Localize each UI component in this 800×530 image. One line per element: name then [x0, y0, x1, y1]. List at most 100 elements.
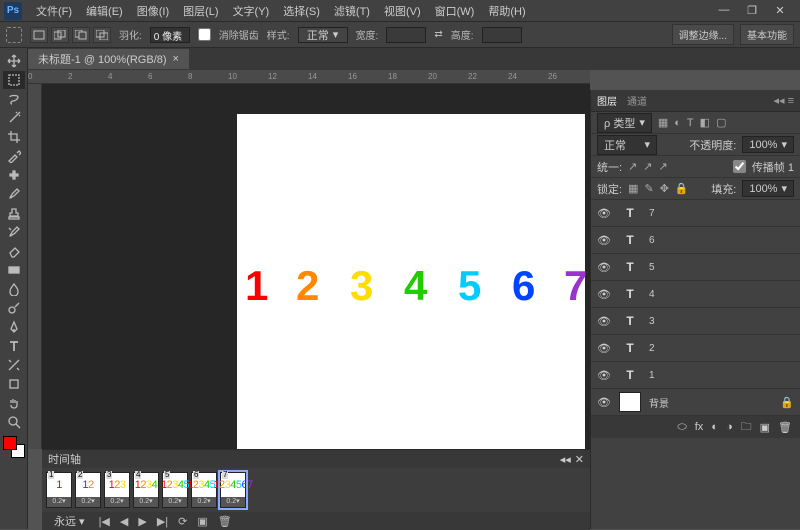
menu-edit[interactable]: 编辑(E) — [80, 1, 129, 21]
canvas-area[interactable]: 1 2 3 4 5 6 7 — [42, 84, 590, 449]
tab-channels[interactable]: 通道 — [627, 93, 647, 108]
menu-window[interactable]: 窗口(W) — [429, 1, 481, 21]
timeline-frame[interactable]: 5123450.2▾ — [162, 472, 188, 508]
blend-mode-select[interactable]: 正常▾ — [597, 135, 657, 155]
visibility-icon[interactable]: 👁 — [597, 261, 611, 274]
pen-tool[interactable] — [3, 318, 25, 336]
lock-all-icon[interactable]: 🔒 — [675, 182, 689, 195]
marquee-tool[interactable] — [3, 71, 25, 89]
crop-tool[interactable] — [3, 128, 25, 146]
layer-fx-icon[interactable]: fx — [695, 421, 704, 433]
visibility-icon[interactable]: 👁 — [597, 315, 611, 328]
filter-shape-icon[interactable]: ◧ — [700, 116, 710, 129]
lock-pixel-icon[interactable]: ✎ — [644, 182, 653, 195]
timeline-close-icon[interactable]: ✕ — [575, 453, 584, 466]
refine-edge-button[interactable]: 调整边缘... — [672, 24, 734, 45]
layer-row[interactable]: 👁T3 — [591, 308, 800, 335]
new-layer-icon[interactable]: ▣ — [760, 421, 770, 434]
frame-duration[interactable]: 0.2▾ — [76, 497, 100, 507]
frame-duration[interactable]: 0.2▾ — [47, 497, 71, 507]
style-select[interactable]: 正常▾ — [298, 27, 348, 43]
visibility-icon[interactable]: 👁 — [597, 369, 611, 382]
swap-icon[interactable]: ⇄ — [434, 29, 442, 40]
menu-image[interactable]: 图像(I) — [131, 1, 175, 21]
menu-layer[interactable]: 图层(L) — [177, 1, 224, 21]
eraser-tool[interactable] — [3, 242, 25, 260]
frame-duration[interactable]: 0.2▾ — [221, 497, 245, 507]
timeline-frame[interactable]: 110.2▾ — [46, 472, 72, 508]
first-frame-button[interactable]: |◀ — [97, 515, 112, 528]
timeline-frame[interactable]: 712345670.2▾ — [220, 472, 246, 508]
link-layers-icon[interactable]: ⬭ — [677, 421, 686, 434]
background-layer[interactable]: 👁背景🔒 — [591, 389, 800, 416]
lock-trans-icon[interactable]: ▦ — [628, 182, 638, 195]
gradient-tool[interactable] — [3, 261, 25, 279]
menu-type[interactable]: 文字(Y) — [227, 1, 276, 21]
lock-pos-icon[interactable]: ✥ — [660, 182, 669, 195]
selection-subtract[interactable] — [72, 27, 90, 43]
filter-kind-select[interactable]: ρ 类型▾ — [597, 113, 652, 133]
selection-intersect[interactable] — [93, 27, 111, 43]
visibility-icon[interactable]: 👁 — [597, 396, 611, 409]
type-tool[interactable] — [3, 337, 25, 355]
frame-duration[interactable]: 0.2▾ — [192, 497, 216, 507]
menu-view[interactable]: 视图(V) — [378, 1, 427, 21]
selection-new[interactable] — [30, 27, 48, 43]
timeline-collapse-icon[interactable]: ◂◂ — [560, 453, 571, 466]
loop-select[interactable]: 永远 ▾ — [48, 513, 91, 529]
frame-duration[interactable]: 0.2▾ — [134, 497, 158, 507]
hand-tool[interactable] — [3, 394, 25, 412]
play-button[interactable]: ▶ — [136, 515, 148, 528]
color-swatches[interactable] — [3, 436, 25, 458]
dodge-tool[interactable] — [3, 299, 25, 317]
feather-input[interactable]: 0 像素 — [150, 27, 190, 43]
document-tab[interactable]: 未标题-1 @ 100%(RGB/8) × — [28, 49, 189, 69]
frame-duration[interactable]: 0.2▾ — [105, 497, 129, 507]
frame-duration[interactable]: 0.2▾ — [163, 497, 187, 507]
tab-layers[interactable]: 图层 — [597, 93, 617, 108]
move-tool[interactable] — [3, 52, 25, 70]
selection-add[interactable] — [51, 27, 69, 43]
stamp-tool[interactable] — [3, 204, 25, 222]
wand-tool[interactable] — [3, 109, 25, 127]
lasso-tool[interactable] — [3, 90, 25, 108]
close-button[interactable]: ✕ — [770, 4, 790, 17]
layer-mask-icon[interactable]: ◐ — [711, 421, 718, 433]
menu-file[interactable]: 文件(F) — [30, 1, 78, 21]
workspace-button[interactable]: 基本功能 — [740, 24, 794, 45]
panel-menu-icon[interactable]: ◂◂ ≡ — [773, 94, 794, 107]
unify-pos-icon[interactable]: ↗ — [628, 160, 637, 173]
document-canvas[interactable]: 1 2 3 4 5 6 7 — [237, 114, 585, 449]
antialias-checkbox[interactable] — [198, 28, 211, 41]
propagate-checkbox[interactable] — [733, 160, 746, 173]
menu-help[interactable]: 帮助(H) — [482, 1, 531, 21]
minimize-button[interactable]: — — [714, 4, 734, 17]
timeline-frame[interactable]: 31230.2▾ — [104, 472, 130, 508]
tab-close-icon[interactable]: × — [173, 53, 179, 65]
delete-layer-icon[interactable]: 🗑 — [778, 421, 792, 434]
layer-row[interactable]: 👁T6 — [591, 227, 800, 254]
brush-tool[interactable] — [3, 185, 25, 203]
visibility-icon[interactable]: 👁 — [597, 207, 611, 220]
unify-style-icon[interactable]: ↗ — [659, 160, 668, 173]
layer-row[interactable]: 👁T4 — [591, 281, 800, 308]
blur-tool[interactable] — [3, 280, 25, 298]
layer-row[interactable]: 👁T5 — [591, 254, 800, 281]
path-tool[interactable] — [3, 356, 25, 374]
menu-filter[interactable]: 滤镜(T) — [328, 1, 376, 21]
history-brush-tool[interactable] — [3, 223, 25, 241]
filter-smart-icon[interactable]: ▢ — [716, 116, 726, 129]
filter-adjust-icon[interactable]: ◐ — [674, 117, 681, 129]
timeline-frame[interactable]: 412340.2▾ — [133, 472, 159, 508]
opacity-input[interactable]: 100%▾ — [742, 136, 794, 153]
delete-frame-button[interactable]: 🗑 — [216, 515, 234, 528]
fill-input[interactable]: 100%▾ — [742, 180, 794, 197]
shape-tool[interactable] — [3, 375, 25, 393]
maximize-button[interactable]: ❐ — [742, 4, 762, 17]
prev-frame-button[interactable]: ◀ — [118, 515, 130, 528]
next-frame-button[interactable]: ▶| — [155, 515, 170, 528]
zoom-tool[interactable] — [3, 413, 25, 431]
eyedropper-tool[interactable] — [3, 147, 25, 165]
visibility-icon[interactable]: 👁 — [597, 342, 611, 355]
visibility-icon[interactable]: 👁 — [597, 234, 611, 247]
